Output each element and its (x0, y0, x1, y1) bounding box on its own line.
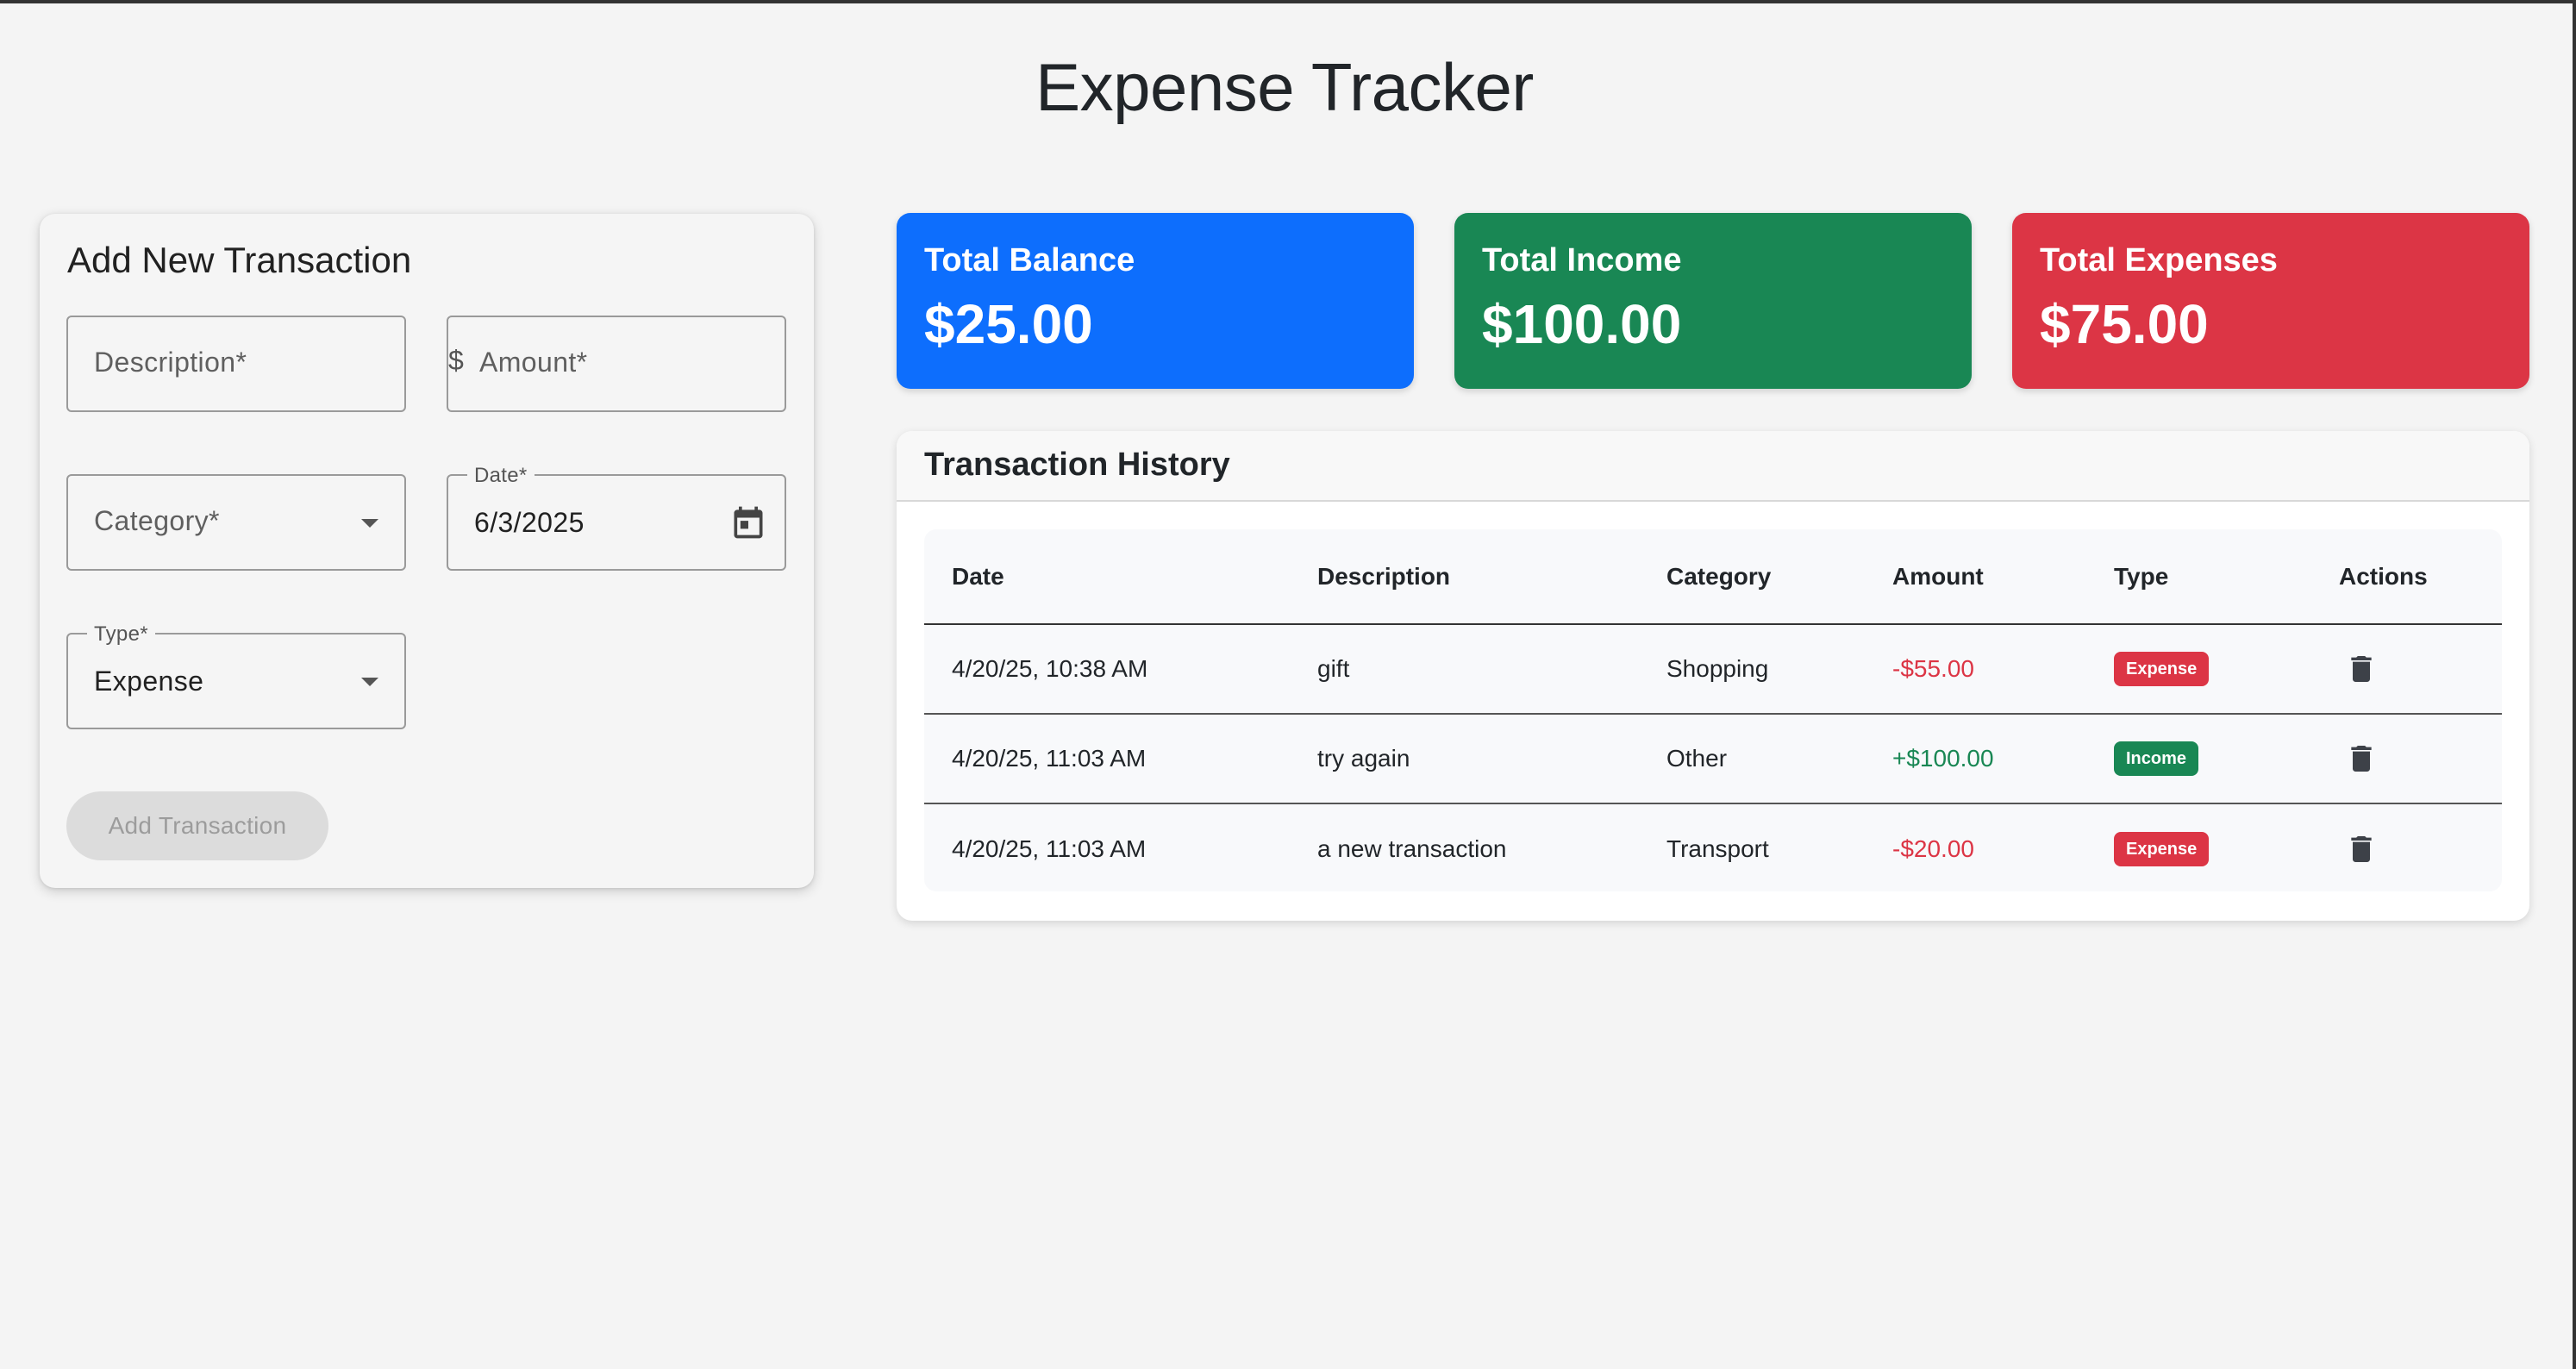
row-category: Transport (1666, 835, 1769, 862)
table-row: 4/20/25, 11:03 AM a new transaction Tran… (924, 803, 2502, 893)
total-balance-label: Total Balance (924, 242, 1135, 278)
column-header-type: Type (2086, 529, 2311, 625)
total-income-label: Total Income (1482, 242, 1682, 278)
history-header: Transaction History (897, 431, 2529, 502)
chevron-down-icon (361, 519, 378, 528)
column-header-date: Date (924, 529, 1290, 625)
row-actions (2311, 714, 2502, 804)
transaction-history-card: Transaction History Date Description Cat… (897, 431, 2529, 921)
row-actions (2311, 624, 2502, 715)
total-expenses-card: Total Expenses $75.00 (2012, 213, 2529, 389)
transaction-table: Date Description Category Amount Type Ac… (924, 529, 2502, 891)
table-header-row: Date Description Category Amount Type Ac… (924, 529, 2502, 625)
table-row: 4/20/25, 10:38 AM gift Shopping -$55.00 … (924, 624, 2502, 715)
row-type-cell: Expense (2086, 803, 2311, 893)
row-description: gift (1290, 624, 1639, 715)
row-amount: -$55.00 (1865, 624, 2086, 715)
row-amount: +$100.00 (1865, 714, 2086, 804)
trash-icon[interactable] (2344, 740, 2379, 778)
row-date: 4/20/25, 11:03 AM (924, 714, 1290, 804)
row-type-cell: Income (2086, 714, 2311, 804)
chevron-down-icon (361, 678, 378, 686)
currency-prefix: $ (448, 345, 464, 376)
calendar-icon[interactable] (729, 503, 767, 541)
amount-placeholder: Amount* (479, 347, 588, 378)
row-date: 4/20/25, 10:38 AM (924, 624, 1290, 715)
form-title: Add New Transaction (67, 240, 412, 280)
total-expenses-value: $75.00 (2040, 293, 2209, 355)
date-input[interactable]: Date* 6/3/2025 (447, 464, 786, 571)
column-header-actions: Actions (2311, 529, 2502, 625)
date-value: 6/3/2025 (474, 507, 585, 538)
page-title: Expense Tracker (1035, 49, 1534, 125)
type-select[interactable]: Type* Expense (66, 622, 406, 729)
row-amount: -$20.00 (1892, 835, 1974, 862)
total-balance-card: Total Balance $25.00 (897, 213, 1414, 389)
row-date: 4/20/25, 11:03 AM (952, 835, 1147, 862)
page: Expense Tracker Add New Transaction Desc… (0, 0, 2576, 1369)
trash-icon[interactable] (2344, 830, 2379, 868)
column-header-category: Category (1639, 529, 1865, 625)
category-placeholder: Category* (94, 505, 220, 536)
type-badge: Expense (2114, 831, 2210, 866)
trash-icon[interactable] (2344, 650, 2379, 688)
amount-input[interactable]: $ Amount* (447, 316, 786, 412)
description-input[interactable]: Description* (66, 316, 406, 412)
add-transaction-form: Add New Transaction Description* $ Amoun… (40, 214, 814, 888)
total-expenses-label: Total Expenses (2040, 242, 2278, 278)
row-category: Shopping (1639, 624, 1865, 715)
total-balance-value: $25.00 (924, 293, 1093, 355)
add-transaction-button[interactable]: Add Transaction (66, 791, 328, 860)
row-type-cell: Expense (2086, 624, 2311, 715)
description-placeholder: Description* (94, 347, 247, 378)
row-actions (2311, 803, 2502, 893)
history-title: Transaction History (924, 447, 1230, 483)
type-badge: Income (2114, 741, 2199, 776)
column-header-description: Description (1290, 529, 1639, 625)
row-description: try again (1290, 714, 1639, 804)
type-badge: Expense (2114, 652, 2210, 686)
type-value: Expense (94, 666, 204, 697)
total-income-card: Total Income $100.00 (1454, 213, 1972, 389)
row-description: a new transaction (1317, 835, 1507, 862)
column-header-amount: Amount (1865, 529, 2086, 625)
table-row: 4/20/25, 11:03 AM try again Other +$100.… (924, 714, 2502, 804)
total-income-value: $100.00 (1482, 293, 1682, 355)
category-select[interactable]: Category* (66, 474, 406, 571)
date-label: Date* (467, 464, 535, 488)
type-label: Type* (87, 622, 155, 647)
row-category: Other (1639, 714, 1865, 804)
